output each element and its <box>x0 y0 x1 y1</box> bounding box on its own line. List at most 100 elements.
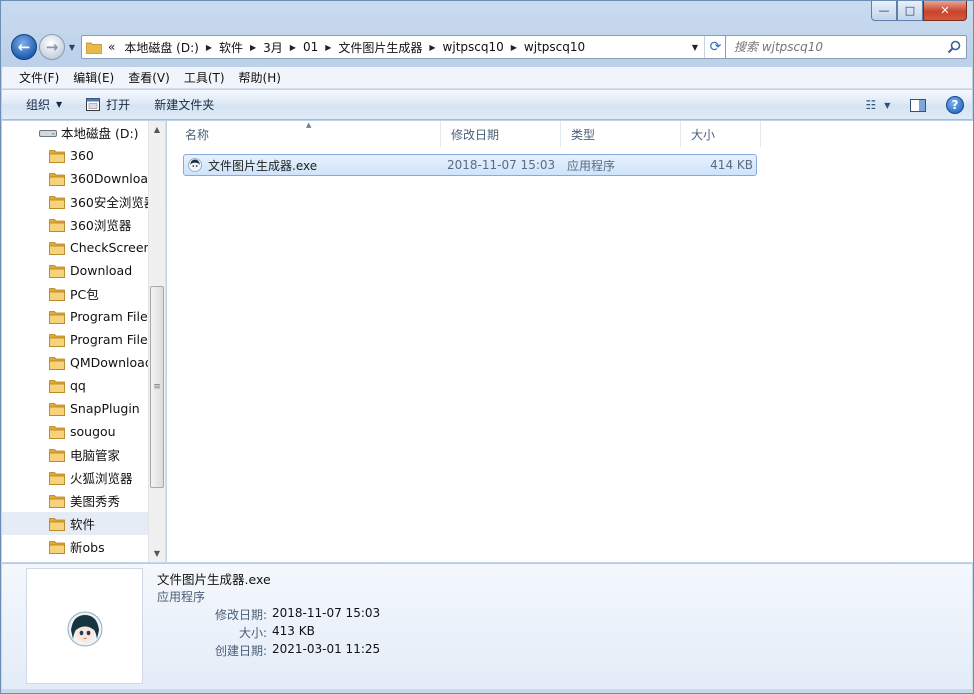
back-button[interactable]: ← <box>11 34 37 60</box>
breadcrumb-separator-icon[interactable]: ▶ <box>323 43 333 52</box>
tree-label: 新obs <box>70 540 105 555</box>
close-button[interactable]: ✕ <box>923 1 967 21</box>
folder-icon <box>49 471 65 485</box>
column-size-label: 大小 <box>691 127 716 142</box>
details-size-value: 413 KB <box>272 624 315 638</box>
help-button[interactable]: ? <box>938 90 972 120</box>
file-row[interactable]: 文件图片生成器.exe 2018-11-07 15:03 应用程序 414 KB <box>183 154 757 176</box>
view-options-button[interactable]: ☷ ▼ <box>858 90 898 120</box>
column-header-row: 名称 ▲ 修改日期 类型 大小 <box>167 121 973 147</box>
command-bar: 组织 ▼ 打开 新建文件夹 ☷ ▼ ? <box>2 90 972 120</box>
breadcrumb-generator[interactable]: 文件图片生成器 <box>333 39 427 56</box>
tree-item-folder[interactable]: 软件 <box>2 512 149 535</box>
tree-item-folder[interactable]: sougou <box>2 420 149 443</box>
tree-item-folder[interactable]: Program Files <box>2 328 154 351</box>
breadcrumb-separator-icon[interactable]: ▶ <box>509 43 519 52</box>
folder-icon <box>49 356 65 370</box>
tree-item-folder[interactable]: 360浏览器 <box>2 213 149 236</box>
preview-pane-button[interactable] <box>898 90 938 120</box>
menu-edit[interactable]: 编辑(E) <box>66 69 121 86</box>
tree-item-folder[interactable]: Program Files <box>2 305 154 328</box>
search-input[interactable] <box>726 36 942 58</box>
search-box[interactable] <box>725 35 967 59</box>
file-list-pane: 名称 ▲ 修改日期 类型 大小 文件图片生成器.exe 2018-11-07 1… <box>167 121 973 562</box>
tree-item-folder[interactable]: QMDownload <box>2 351 153 374</box>
menu-file[interactable]: 文件(F) <box>12 69 66 86</box>
details-created-row: 创建日期: 2021-03-01 11:25 <box>157 642 457 660</box>
navigation-bar: ← → ▼ « 本地磁盘 (D:) ▶ 软件 ▶ 3月 ▶ 01 ▶ 文件图片生成器 ▶ … <box>9 31 967 61</box>
preview-pane-icon <box>910 98 926 112</box>
forward-button[interactable]: → <box>39 34 65 60</box>
anime-avatar-icon <box>188 158 202 172</box>
folder-icon <box>49 379 65 393</box>
tree-item-drive[interactable]: 本地磁盘 (D:) <box>2 121 149 144</box>
tree-item-folder[interactable]: 360 <box>2 144 149 167</box>
folder-icon <box>49 448 65 462</box>
breadcrumb-01[interactable]: 01 <box>298 40 323 54</box>
details-size-label: 大小: <box>238 626 267 640</box>
tree-item-folder[interactable]: SnapPlugin <box>2 397 149 420</box>
minimize-button[interactable]: — <box>871 1 897 21</box>
column-modified-label: 修改日期 <box>451 127 500 142</box>
folder-icon <box>49 517 65 531</box>
tree-item-folder[interactable]: 360安全浏览器 <box>2 190 156 213</box>
breadcrumb-separator-icon[interactable]: ▶ <box>288 43 298 52</box>
new-folder-button[interactable]: 新建文件夹 <box>142 90 226 120</box>
chevron-down-icon: ▼ <box>884 100 891 110</box>
details-modified-value: 2018-11-07 15:03 <box>272 606 381 620</box>
tree-item-folder[interactable]: 美图秀秀 <box>2 489 149 512</box>
refresh-icon: ⟳ <box>709 39 722 55</box>
address-overflow-chevron[interactable]: « <box>108 40 119 54</box>
menu-tools[interactable]: 工具(T) <box>177 69 232 86</box>
tree-item-folder[interactable]: 电脑管家 <box>2 443 149 466</box>
tree-label: 360 <box>70 148 94 163</box>
column-header-size[interactable]: 大小 <box>681 121 761 147</box>
tree-item-folder[interactable]: 火狐浏览器 <box>2 466 149 489</box>
file-name: 文件图片生成器.exe <box>208 158 318 173</box>
breadcrumb-wjtpscq10-parent[interactable]: wjtpscq10 <box>438 40 509 54</box>
maximize-button[interactable]: □ <box>897 1 923 21</box>
tree-label: 本地磁盘 (D:) <box>61 126 139 141</box>
tree-label: Download <box>70 263 133 278</box>
breadcrumb-separator-icon[interactable]: ▶ <box>427 43 437 52</box>
breadcrumb-separator-icon[interactable]: ▶ <box>204 43 214 52</box>
breadcrumb-software[interactable]: 软件 <box>214 39 248 56</box>
details-file-type: 应用程序 <box>157 590 206 604</box>
folder-icon <box>49 494 65 508</box>
nav-pane-scrollbar[interactable]: ▲ ≡ ▼ <box>148 121 165 562</box>
forward-arrow-icon: → <box>45 38 59 56</box>
scroll-down-button[interactable]: ▼ <box>149 545 165 562</box>
drive-icon <box>39 129 57 137</box>
tree-item-folder[interactable]: PC包 <box>2 282 149 305</box>
breadcrumb-march[interactable]: 3月 <box>258 39 288 56</box>
breadcrumb-separator-icon[interactable]: ▶ <box>248 43 258 52</box>
menu-bar: 文件(F) 编辑(E) 查看(V) 工具(T) 帮助(H) <box>2 67 972 89</box>
scroll-up-button[interactable]: ▲ <box>149 121 165 138</box>
column-header-modified[interactable]: 修改日期 <box>441 121 561 147</box>
recent-pages-button[interactable]: ▼ <box>66 41 78 53</box>
tree-item-folder[interactable]: qq <box>2 374 149 397</box>
tree-item-folder[interactable]: 新obs <box>2 535 149 558</box>
open-button[interactable]: 打开 <box>74 90 142 120</box>
details-modified-row: 修改日期: 2018-11-07 15:03 <box>157 606 457 624</box>
grip-icon: ≡ <box>153 382 161 392</box>
address-bar[interactable]: « 本地磁盘 (D:) ▶ 软件 ▶ 3月 ▶ 01 ▶ 文件图片生成器 ▶ wjtpsc… <box>81 35 727 59</box>
column-header-type[interactable]: 类型 <box>561 121 681 147</box>
tree-item-folder[interactable]: Download <box>2 259 149 282</box>
menu-view[interactable]: 查看(V) <box>121 69 177 86</box>
view-list-icon: ☷ <box>865 98 877 112</box>
breadcrumb-wjtpscq10-current[interactable]: wjtpscq10 <box>519 40 590 54</box>
back-arrow-icon: ← <box>17 38 31 56</box>
address-dropdown-button[interactable]: ▼ <box>686 36 704 58</box>
tree-label: Program Files <box>70 309 155 324</box>
details-created-label: 创建日期: <box>214 644 267 658</box>
search-icon[interactable] <box>947 40 961 54</box>
organize-button[interactable]: 组织 ▼ <box>2 90 74 120</box>
refresh-button[interactable]: ⟳ <box>704 36 726 58</box>
scrollbar-thumb[interactable]: ≡ <box>150 286 164 488</box>
menu-help[interactable]: 帮助(H) <box>232 69 288 86</box>
breadcrumb-drive[interactable]: 本地磁盘 (D:) <box>119 39 203 56</box>
tree-label: QMDownload <box>70 355 153 370</box>
tree-item-folder[interactable]: 360Download <box>2 167 156 190</box>
tree-item-folder[interactable]: CheckScreen <box>2 236 151 259</box>
